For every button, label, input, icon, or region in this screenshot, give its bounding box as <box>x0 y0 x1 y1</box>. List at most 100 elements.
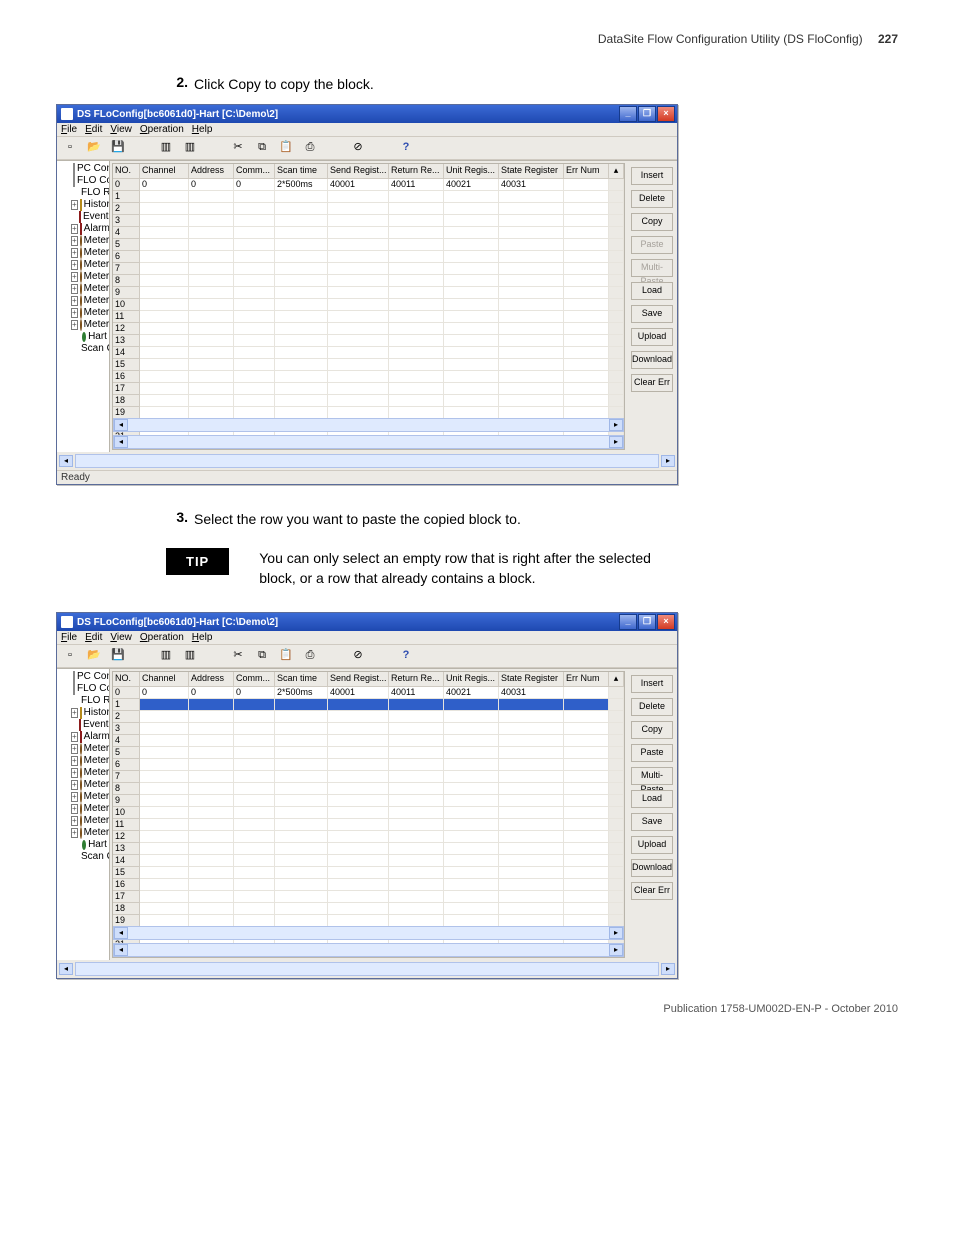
grid-cell[interactable] <box>189 371 234 383</box>
grid-cell[interactable] <box>234 335 275 347</box>
grid-cell[interactable] <box>234 383 275 395</box>
grid-cell[interactable] <box>328 347 389 359</box>
grid-cell[interactable]: 0 <box>140 179 189 191</box>
grid-cell[interactable]: 0 <box>189 687 234 699</box>
grid-cell[interactable] <box>140 699 189 711</box>
grid-cell[interactable] <box>189 699 234 711</box>
grid-cell[interactable] <box>234 395 275 407</box>
grid-cell[interactable] <box>234 311 275 323</box>
grid-cell[interactable] <box>389 227 444 239</box>
grid-header-cell[interactable]: Comm... <box>234 672 275 687</box>
menu-edit[interactable]: Edit <box>85 632 102 643</box>
grid-cell[interactable] <box>499 759 564 771</box>
tree-item[interactable]: +History <box>71 707 107 719</box>
grid-row[interactable]: 10 <box>113 807 624 819</box>
tree-item[interactable]: +Meter Run6 <box>71 307 107 319</box>
grid-cell[interactable]: 40021 <box>444 687 499 699</box>
grid-cell[interactable] <box>140 323 189 335</box>
tree-expand-icon[interactable]: + <box>71 236 78 246</box>
grid-cell[interactable] <box>389 723 444 735</box>
upload-button[interactable]: Upload <box>631 836 673 854</box>
download-button[interactable]: Download <box>631 859 673 877</box>
grid-cell[interactable] <box>564 347 609 359</box>
grid-cell[interactable] <box>444 395 499 407</box>
grid-cell[interactable] <box>328 711 389 723</box>
grid-cell[interactable] <box>564 843 609 855</box>
grid-cell[interactable] <box>234 903 275 915</box>
grid-cell[interactable] <box>189 275 234 287</box>
grid-cell[interactable] <box>275 227 328 239</box>
grid-cell[interactable] <box>444 251 499 263</box>
menu-help[interactable]: Help <box>192 632 213 643</box>
grid-cell[interactable]: 4 <box>113 735 140 747</box>
save-icon[interactable]: 💾 <box>109 647 127 665</box>
grid-row[interactable]: 4 <box>113 227 624 239</box>
grid-cell[interactable] <box>499 855 564 867</box>
grid-cell[interactable] <box>328 191 389 203</box>
grid-cell[interactable] <box>140 227 189 239</box>
grid-cell[interactable] <box>389 383 444 395</box>
grid-cell[interactable] <box>444 711 499 723</box>
grid-cell[interactable] <box>275 879 328 891</box>
grid-cell[interactable] <box>275 203 328 215</box>
grid-cell[interactable] <box>564 371 609 383</box>
grid-cell[interactable] <box>140 275 189 287</box>
open-icon[interactable]: 📂 <box>85 647 103 665</box>
grid-cell[interactable] <box>389 735 444 747</box>
grid-cell[interactable] <box>564 855 609 867</box>
scroll-left-icon[interactable]: ◂ <box>114 419 128 431</box>
grid-cell[interactable] <box>234 819 275 831</box>
grid-cell[interactable]: 6 <box>113 251 140 263</box>
grid-cell[interactable] <box>564 395 609 407</box>
grid-cell[interactable] <box>140 747 189 759</box>
grid-row[interactable]: 16 <box>113 371 624 383</box>
grid-cell[interactable] <box>564 287 609 299</box>
grid-row[interactable]: 3 <box>113 215 624 227</box>
grid-cell[interactable] <box>444 383 499 395</box>
scroll-right-icon[interactable]: ▸ <box>609 436 623 448</box>
grid-cell[interactable] <box>275 699 328 711</box>
grid-cell[interactable] <box>234 323 275 335</box>
grid-cell[interactable] <box>140 251 189 263</box>
grid-cell[interactable] <box>564 687 609 699</box>
grid-cell[interactable] <box>389 831 444 843</box>
grid-cell[interactable] <box>189 383 234 395</box>
grid-cell[interactable] <box>499 723 564 735</box>
grid-cell[interactable] <box>140 771 189 783</box>
paste-icon[interactable]: 📋 <box>277 139 295 157</box>
grid-cell[interactable] <box>444 275 499 287</box>
grid-header-cell[interactable]: Send Regist... <box>328 672 389 687</box>
grid-cell[interactable] <box>328 891 389 903</box>
grid-cell[interactable] <box>499 323 564 335</box>
pane-horizontal-scrollbar[interactable]: ◂▸ <box>113 943 624 957</box>
grid-cell[interactable] <box>564 359 609 371</box>
tree-expand-icon[interactable]: + <box>71 780 78 790</box>
grid-cell[interactable] <box>275 843 328 855</box>
tree-expand-icon[interactable]: + <box>71 272 78 282</box>
tree-item[interactable]: FLO RTC <box>77 187 107 199</box>
grid-cell[interactable] <box>328 879 389 891</box>
grid-cell[interactable] <box>275 251 328 263</box>
grid-cell[interactable] <box>389 699 444 711</box>
save-button[interactable]: Save <box>631 813 673 831</box>
grid-cell[interactable] <box>389 239 444 251</box>
grid-cell[interactable] <box>234 759 275 771</box>
grid-cell[interactable] <box>499 275 564 287</box>
grid-cell[interactable] <box>499 191 564 203</box>
grid-cell[interactable] <box>564 275 609 287</box>
grid-cell[interactable] <box>189 843 234 855</box>
grid-header-cell[interactable]: Channel <box>140 672 189 687</box>
grid-cell[interactable] <box>275 735 328 747</box>
splitter-horizontal-scrollbar[interactable] <box>75 962 659 976</box>
grid-header-cell[interactable]: NO. <box>113 164 140 179</box>
grid-cell[interactable] <box>328 287 389 299</box>
grid-cell[interactable] <box>389 359 444 371</box>
menu-view[interactable]: View <box>110 632 132 643</box>
grid-cell[interactable] <box>234 831 275 843</box>
grid-cell[interactable]: 0 <box>113 179 140 191</box>
scroll-up-icon[interactable]: ▴ <box>609 672 624 687</box>
tree-expand-icon[interactable]: + <box>71 708 78 718</box>
grid-cell[interactable]: 1 <box>113 191 140 203</box>
grid-cell[interactable] <box>140 723 189 735</box>
tree-item[interactable]: +Meter Run2 <box>71 259 107 271</box>
